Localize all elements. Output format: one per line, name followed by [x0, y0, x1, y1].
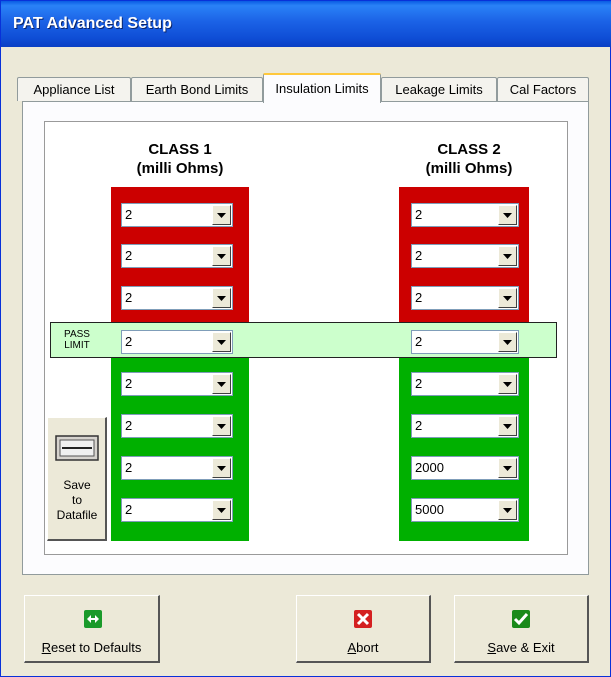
dropdown-arrow-icon[interactable]	[498, 246, 517, 266]
class1-limit-8-value: 2	[125, 502, 133, 517]
pass-limit-line2: LIMIT	[64, 340, 90, 351]
class2-limit-7-select[interactable]: 2000	[411, 456, 519, 480]
class2-limit-7-value: 2000	[415, 460, 444, 475]
class2-limit-3-select[interactable]: 2	[411, 286, 519, 310]
disk-drive-icon	[55, 435, 99, 466]
class1-limit-3-select[interactable]: 2	[121, 286, 233, 310]
tab-strip: Appliance List Earth Bond Limits Insulat…	[17, 73, 589, 103]
title-bar[interactable]: PAT Advanced Setup	[1, 1, 611, 47]
reset-accel-key: R	[41, 640, 52, 655]
tab-appliance-list[interactable]: Appliance List	[17, 77, 131, 101]
save-datafile-line2: to	[71, 493, 82, 507]
window-title: PAT Advanced Setup	[13, 15, 172, 32]
class2-heading: CLASS 2 (milli Ohms)	[399, 140, 539, 178]
class1-pass-limit-select[interactable]: 2	[121, 330, 233, 354]
class2-limit-8-select[interactable]: 5000	[411, 498, 519, 522]
dropdown-arrow-icon[interactable]	[212, 332, 231, 352]
save-exit-label-rest: ave & Exit	[496, 640, 555, 655]
save-datafile-line1: Save	[63, 478, 91, 492]
class1-limit-2-value: 2	[125, 248, 133, 263]
class1-limit-2-select[interactable]: 2	[121, 244, 233, 268]
class2-limit-1-select[interactable]: 2	[411, 203, 519, 227]
class1-limit-5-select[interactable]: 2	[121, 372, 233, 396]
dropdown-arrow-icon[interactable]	[212, 205, 231, 225]
reset-to-defaults-label: Reset to Defaults	[25, 640, 158, 655]
class1-limit-8-select[interactable]: 2	[121, 498, 233, 522]
class1-limit-6-select[interactable]: 2	[121, 414, 233, 438]
dropdown-arrow-icon[interactable]	[212, 374, 231, 394]
reset-to-defaults-button[interactable]: Reset to Defaults	[24, 595, 160, 663]
dropdown-arrow-icon[interactable]	[212, 416, 231, 436]
abort-label: Abort	[297, 640, 429, 655]
tab-leakage-limits[interactable]: Leakage Limits	[381, 77, 497, 101]
class1-pass-limit-value: 2	[125, 334, 133, 349]
dropdown-arrow-icon[interactable]	[498, 374, 517, 394]
class1-limit-1-value: 2	[125, 207, 133, 222]
class1-limit-1-select[interactable]: 2	[121, 203, 233, 227]
save-and-exit-label: Save & Exit	[455, 640, 587, 655]
class2-limit-6-select[interactable]: 2	[411, 414, 519, 438]
pass-limit-line1: PASS	[64, 329, 90, 340]
red-x-icon	[354, 610, 372, 633]
green-check-icon	[512, 610, 530, 633]
tab-insulation-limits[interactable]: Insulation Limits	[263, 73, 381, 103]
class1-heading: CLASS 1 (milli Ohms)	[111, 140, 249, 178]
save-datafile-line3: Datafile	[56, 508, 98, 522]
class2-limit-1-value: 2	[415, 207, 423, 222]
dropdown-arrow-icon[interactable]	[212, 458, 231, 478]
pass-limit-label: PASS LIMIT	[57, 329, 97, 351]
tab-cal-factors[interactable]: Cal Factors	[497, 77, 589, 101]
abort-label-rest: bort	[356, 640, 379, 655]
abort-button[interactable]: Abort	[296, 595, 431, 663]
class2-limit-5-select[interactable]: 2	[411, 372, 519, 396]
dropdown-arrow-icon[interactable]	[498, 288, 517, 308]
arrows-left-right-icon	[84, 610, 102, 633]
dropdown-arrow-icon[interactable]	[498, 205, 517, 225]
save-and-exit-button[interactable]: Save & Exit	[454, 595, 589, 663]
reset-label-rest: eset to Defaults	[51, 640, 142, 655]
class2-title: CLASS 2	[437, 141, 501, 158]
dropdown-arrow-icon[interactable]	[212, 288, 231, 308]
dropdown-arrow-icon[interactable]	[212, 246, 231, 266]
dropdown-arrow-icon[interactable]	[212, 500, 231, 520]
dropdown-arrow-icon[interactable]	[498, 500, 517, 520]
class2-subtitle: (milli Ohms)	[425, 160, 513, 177]
class1-title: CLASS 1	[148, 141, 212, 158]
dropdown-arrow-icon[interactable]	[498, 332, 517, 352]
class2-limit-8-value: 5000	[415, 502, 444, 517]
class2-pass-limit-select[interactable]: 2	[411, 330, 519, 354]
tab-earth-bond-limits[interactable]: Earth Bond Limits	[131, 77, 263, 101]
class2-limit-2-select[interactable]: 2	[411, 244, 519, 268]
save-exit-accel-key: S	[487, 640, 497, 655]
class2-limit-6-value: 2	[415, 418, 423, 433]
class2-limit-2-value: 2	[415, 248, 423, 263]
save-to-datafile-label: Save to Datafile	[48, 478, 106, 523]
class1-limit-7-value: 2	[125, 460, 133, 475]
pat-advanced-setup-window: PAT Advanced Setup Appliance List Earth …	[0, 0, 611, 677]
class1-subtitle: (milli Ohms)	[136, 160, 224, 177]
class1-limit-3-value: 2	[125, 290, 133, 305]
save-to-datafile-button[interactable]: Save to Datafile	[47, 417, 107, 541]
class2-limit-5-value: 2	[415, 376, 423, 391]
class1-limit-7-select[interactable]: 2	[121, 456, 233, 480]
dropdown-arrow-icon[interactable]	[498, 416, 517, 436]
class1-limit-6-value: 2	[125, 418, 133, 433]
class2-pass-limit-value: 2	[415, 334, 423, 349]
class2-limit-3-value: 2	[415, 290, 423, 305]
abort-accel-key: A	[347, 640, 357, 655]
dropdown-arrow-icon[interactable]	[498, 458, 517, 478]
class1-limit-5-value: 2	[125, 376, 133, 391]
